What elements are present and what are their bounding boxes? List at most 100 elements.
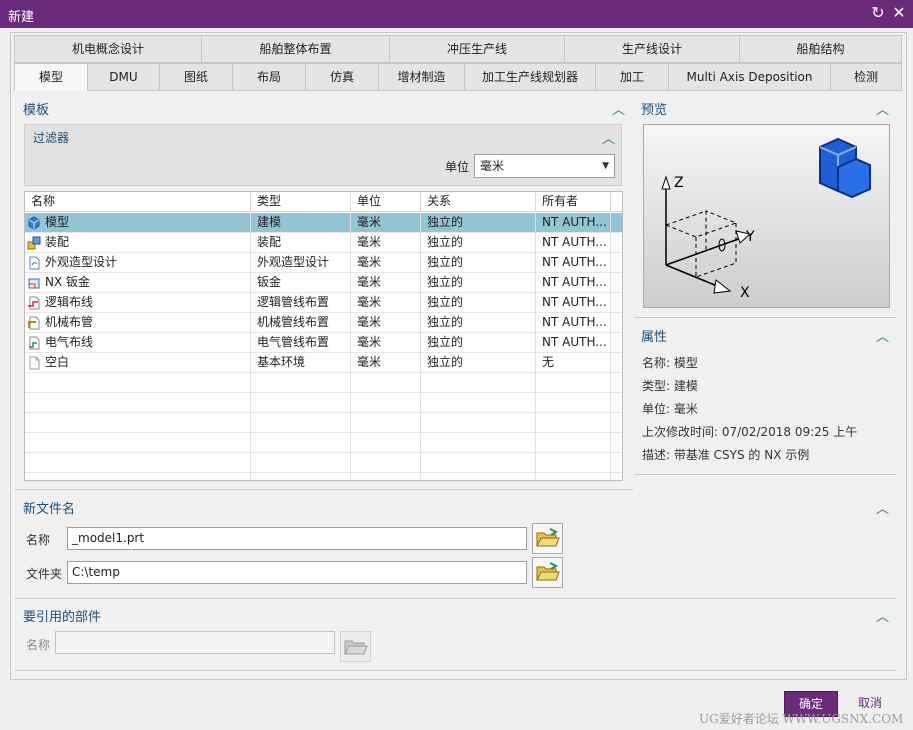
tab-layout[interactable]: 布局 (232, 63, 306, 91)
collapse-referenced-icon[interactable]: ︿ (876, 606, 889, 625)
table-row-empty (25, 433, 622, 453)
template-relation: 独立的 (421, 273, 536, 293)
template-owner: 无 (536, 353, 611, 373)
collapse-filter-icon[interactable]: ︿ (602, 128, 615, 147)
table-row[interactable]: 外观造型设计 外观造型设计 毫米 独立的 NT AUTH... (25, 253, 622, 273)
template-name: 逻辑布线 (45, 295, 94, 309)
table-row-empty (25, 413, 622, 433)
column-header-name[interactable]: 名称 (25, 192, 251, 212)
template-unit: 毫米 (351, 293, 421, 313)
window-title: 新建 (8, 10, 35, 25)
forum-watermark: UG爱好者论坛 WWW.UGSNX.COM (699, 712, 904, 726)
tab-line-planner[interactable]: 加工生产线规划器 (464, 63, 596, 91)
table-row[interactable]: 逻辑布线 逻辑管线布置 毫米 独立的 NT AUTH... (25, 293, 622, 313)
table-row[interactable]: 空白 基本环境 毫米 独立的 无 (25, 353, 622, 373)
template-name: 电气布线 (45, 335, 94, 349)
shape-design-icon (29, 256, 40, 270)
divider (634, 317, 896, 318)
tab-line-design[interactable]: 生产线设计 (564, 35, 740, 63)
table-header: 名称 类型 单位 关系 所有者 (25, 192, 622, 212)
preview-section-header: 预览 ︿ (641, 99, 893, 119)
tab-additive[interactable]: 增材制造 (378, 63, 465, 91)
template-owner: NT AUTH... (536, 233, 611, 253)
filter-title: 过滤器 (33, 131, 70, 145)
properties-section-header: 属性 ︿ (641, 326, 893, 346)
tab-ship-layout[interactable]: 船舶整体布置 (201, 35, 390, 63)
property-modified: 上次修改时间: 07/02/2018 09:25 上午 (642, 425, 858, 439)
new-file-dialog: 机电概念设计 船舶整体布置 冲压生产线 生产线设计 船舶结构 模型 DMU 图纸… (10, 32, 907, 680)
column-header-type[interactable]: 类型 (251, 192, 351, 212)
template-name: 外观造型设计 (45, 255, 118, 269)
template-relation: 独立的 (421, 313, 536, 333)
template-unit: 毫米 (351, 213, 421, 233)
file-name-label: 名称 (26, 533, 51, 547)
collapse-template-icon[interactable]: ︿ (612, 99, 625, 118)
template-owner: NT AUTH... (536, 293, 611, 313)
collapse-preview-icon[interactable]: ︿ (876, 99, 889, 118)
folder-input[interactable]: C:\temp (67, 561, 527, 584)
table-row[interactable]: 机械布管 机械管线布置 毫米 独立的 NT AUTH... (25, 313, 622, 333)
axis-y-label: Y (745, 229, 755, 245)
property-description: 描述: 带基准 CSYS 的 NX 示例 (642, 448, 810, 462)
browse-folder-button[interactable] (532, 557, 563, 588)
folder-open-icon (344, 640, 368, 655)
browse-file-button[interactable] (532, 523, 563, 554)
template-unit: 毫米 (351, 353, 421, 373)
tab-machining[interactable]: 加工 (595, 63, 669, 91)
table-row[interactable]: 模型 建模 毫米 独立的 NT AUTH... (25, 213, 622, 233)
template-relation: 独立的 (421, 233, 536, 253)
divider (634, 474, 896, 475)
template-type: 建模 (251, 213, 351, 233)
referenced-part-title: 要引用的部件 (23, 610, 102, 625)
template-name: 模型 (45, 215, 70, 229)
filter-panel: 过滤器 ︿ 单位 毫米 ▼ (24, 124, 622, 186)
file-name-input[interactable]: _model1.prt (67, 527, 527, 550)
column-header-relation[interactable]: 关系 (421, 192, 536, 212)
table-row[interactable]: 电气布线 电气管线布置 毫米 独立的 NT AUTH... (25, 333, 622, 353)
template-type: 机械管线布置 (251, 313, 351, 333)
referenced-name-label: 名称 (26, 638, 51, 652)
column-header-owner[interactable]: 所有者 (536, 192, 611, 212)
template-unit: 毫米 (351, 313, 421, 333)
template-unit: 毫米 (351, 333, 421, 353)
table-row[interactable]: 装配 装配 毫米 独立的 NT AUTH... (25, 233, 622, 253)
unit-dropdown-value: 毫米 (480, 159, 505, 173)
tab-dmu[interactable]: DMU (87, 63, 160, 91)
template-table: 名称 类型 单位 关系 所有者 模型 建模 毫米 独立的 NT AUTH... … (24, 191, 623, 481)
template-relation: 独立的 (421, 253, 536, 273)
tab-drawing[interactable]: 图纸 (159, 63, 233, 91)
tab-ship-structure[interactable]: 船舶结构 (739, 35, 902, 63)
tab-model[interactable]: 模型 (14, 63, 88, 91)
close-icon[interactable]: ✕ (889, 3, 909, 23)
template-relation: 独立的 (421, 353, 536, 373)
template-section-header: 模板 ︿ (23, 99, 629, 119)
template-title: 模板 (23, 103, 50, 118)
assembly-icon (27, 236, 41, 250)
template-owner: NT AUTH... (536, 213, 611, 233)
tab-multi-axis[interactable]: Multi Axis Deposition (668, 63, 831, 91)
template-name: 装配 (45, 235, 70, 249)
template-name: 机械布管 (45, 315, 94, 329)
browse-referenced-button[interactable] (340, 631, 371, 662)
template-type: 钣金 (251, 273, 351, 293)
divider (15, 598, 896, 599)
tab-inspection[interactable]: 检测 (830, 63, 902, 91)
tab-press-line[interactable]: 冲压生产线 (389, 35, 565, 63)
tab-simulation[interactable]: 仿真 (305, 63, 379, 91)
title-bar: 新建 ↻ ✕ (0, 0, 913, 28)
table-row[interactable]: NX 钣金 钣金 毫米 独立的 NT AUTH... (25, 273, 622, 293)
model-icon (28, 216, 40, 230)
column-header-unit[interactable]: 单位 (351, 192, 421, 212)
template-owner: NT AUTH... (536, 313, 611, 333)
csys-preview-graphic: Z Y X (661, 137, 871, 301)
tab-mechatronics[interactable]: 机电概念设计 (14, 35, 202, 63)
collapse-new-file-icon[interactable]: ︿ (876, 498, 889, 517)
unit-dropdown[interactable]: 毫米 ▼ (474, 154, 615, 178)
reset-icon[interactable]: ↻ (868, 3, 888, 23)
axis-z-label: Z (674, 175, 684, 191)
collapse-properties-icon[interactable]: ︿ (876, 326, 889, 345)
template-type: 装配 (251, 233, 351, 253)
blank-icon (29, 356, 40, 370)
new-file-section-header: 新文件名 ︿ (23, 498, 893, 518)
referenced-name-input[interactable] (55, 631, 335, 654)
